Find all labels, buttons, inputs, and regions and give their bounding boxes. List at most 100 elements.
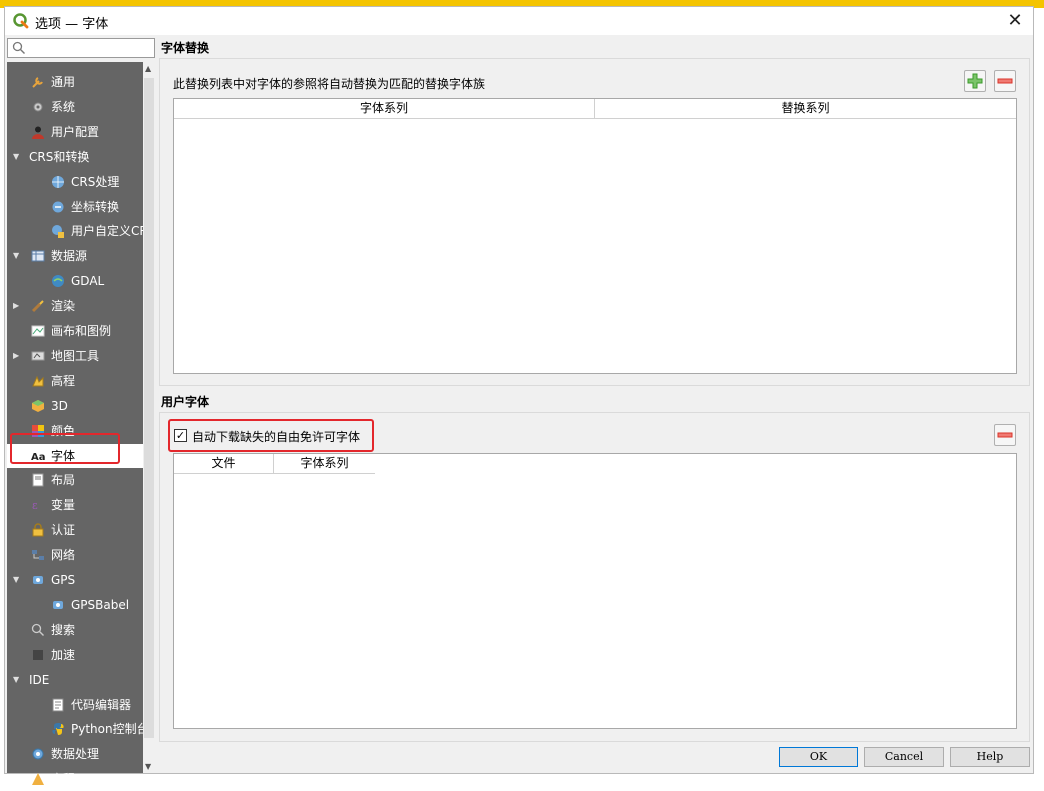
sidebar-item-label: 网络 [51,548,76,563]
sidebar: ▲ ▼ 通用系统用户配置 ▼ CRS和转换 CRS处理坐标转换用户自定义CRS ▼ 数据源… [7,62,155,786]
sidebar-item[interactable]: Python控制台 [7,717,143,741]
sidebar-scrollbar[interactable]: ▲ ▼ [143,62,155,773]
gear-icon [32,748,44,760]
column-header-font-family[interactable]: 字体系列 [174,99,595,118]
sidebar-item[interactable]: 3D [7,394,143,418]
remove-user-font-button[interactable] [994,424,1016,446]
search-input[interactable] [7,38,155,58]
sidebar-item[interactable]: 画布和图例 [7,319,143,343]
transform-icon [52,201,64,212]
sidebar-item-label: 坐标转换 [71,199,120,214]
font-replacement-table[interactable]: 字体系列 替换系列 [173,98,1017,374]
sidebar-item[interactable]: ▼ CRS和转换 [7,145,143,169]
ok-button[interactable]: OK [779,747,858,767]
sidebar-item[interactable]: 坐标转换 [7,195,143,219]
sidebar-item-label: Python控制台 [71,722,143,737]
expand-right-icon[interactable]: ▶ [13,344,19,368]
table-icon [31,250,45,262]
sidebar-item-label: 高程 [51,772,76,787]
qgis-logo-icon [13,13,29,29]
wrench-icon [32,77,43,88]
sidebar-item-label: 地图工具 [51,348,100,363]
network-icon [32,550,44,561]
sidebar-item[interactable]: 用户配置 [7,120,143,144]
sidebar-item[interactable]: ▼ IDE [7,668,143,692]
sidebar-item[interactable]: 代码编辑器 [7,693,143,717]
svg-text:ε: ε [32,499,38,512]
sidebar-item[interactable]: 系统 [7,95,143,119]
user-icon [32,126,44,139]
close-icon: ✕ [1007,10,1023,31]
sidebar-item-label: 画布和图例 [51,324,112,338]
table-header: 文件 字体系列 [174,454,375,474]
sidebar-item[interactable]: 高程 [7,767,143,791]
code-editor-icon [52,698,64,711]
scroll-down-icon[interactable]: ▼ [145,762,151,771]
sidebar-item-label: 高程 [51,373,76,388]
font-replacement-title: 字体替换 [161,41,210,55]
sidebar-item[interactable]: 认证 [7,518,143,542]
user-fonts-title: 用户字体 [161,395,210,409]
gpsbabel-icon [53,600,63,609]
add-replacement-button[interactable] [964,70,986,92]
sidebar-item[interactable]: ▶ 地图工具 [7,344,143,368]
map-canvas-icon [31,325,45,337]
globe-icon [52,175,64,188]
layout-icon [32,473,44,487]
expand-right-icon[interactable]: ▶ [13,294,19,318]
minus-icon [997,78,1013,84]
close-button[interactable]: ✕ [1003,10,1027,32]
search-icon [12,41,25,54]
sidebar-item-label: GPS [51,573,76,587]
sidebar-item-label: 通用 [51,75,76,89]
sidebar-item-label: 系统 [51,99,76,114]
sidebar-item[interactable]: ▼ GPS [7,568,143,592]
sidebar-item[interactable]: ▼ 数据源 [7,244,143,268]
custom-crs-icon [52,225,64,239]
user-fonts-group: ✓ 自动下载缺失的自由免许可字体 文件 字体系列 [159,412,1030,742]
scroll-up-icon[interactable]: ▲ [145,64,151,73]
sidebar-item-label: 3D [51,398,68,413]
sidebar-item-label: 布局 [51,473,76,488]
elevation-icon [32,375,44,387]
gps-icon [33,576,43,584]
sidebar-item-label: IDE [29,672,50,687]
expand-down-icon[interactable]: ▼ [13,568,19,592]
sidebar-item[interactable]: 网络 [7,543,143,567]
cancel-button[interactable]: Cancel [864,747,944,767]
plus-icon [967,73,983,89]
minus-icon [997,432,1013,438]
sidebar-item[interactable]: 搜索 [7,618,143,642]
help-button[interactable]: Help [950,747,1030,767]
user-fonts-table[interactable]: 文件 字体系列 [173,453,1017,729]
sidebar-item[interactable]: GPSBabel [7,593,143,617]
expand-down-icon[interactable]: ▼ [13,244,19,268]
column-header-font-family[interactable]: 字体系列 [274,454,375,473]
column-header-file[interactable]: 文件 [174,454,274,473]
sidebar-item[interactable]: 加速 [7,643,143,667]
sidebar-item[interactable]: 高程 [7,369,143,393]
brush-icon [31,300,44,313]
column-header-replacement-family[interactable]: 替换系列 [595,99,1016,118]
sidebar-item[interactable]: ▶ 渲染 [7,294,143,318]
scrollbar-thumb[interactable] [144,78,154,738]
sidebar-item[interactable]: 用户自定义CRS [7,219,143,243]
expand-down-icon[interactable]: ▼ [13,668,19,692]
sidebar-item-label: 搜索 [51,622,76,637]
map-tools-icon [31,351,45,361]
sidebar-item[interactable]: CRS处理 [7,170,143,194]
sidebar-item-label: 数据源 [51,249,88,264]
sidebar-item-label: 变量 [51,498,76,513]
gdal-icon [52,275,64,288]
cube-icon [32,399,44,412]
expand-down-icon[interactable]: ▼ [13,145,19,169]
remove-replacement-button[interactable] [994,70,1016,92]
options-dialog: 选项 — 字体 ✕ ▲ ▼ 通用 系统 用户配置 ▼ CRS和转换 CRS处理 坐标转换 用户… [4,6,1034,786]
sidebar-item[interactable]: ε 变量 [7,493,143,517]
sidebar-item-label: GDAL [71,274,105,289]
sidebar-item[interactable]: 数据处理 [7,742,143,766]
sidebar-item[interactable]: GDAL [7,269,143,293]
sidebar-item[interactable]: 通用 [7,70,143,94]
sidebar-item[interactable]: 布局 [7,468,143,492]
sidebar-item-label: 用户配置 [51,124,100,139]
